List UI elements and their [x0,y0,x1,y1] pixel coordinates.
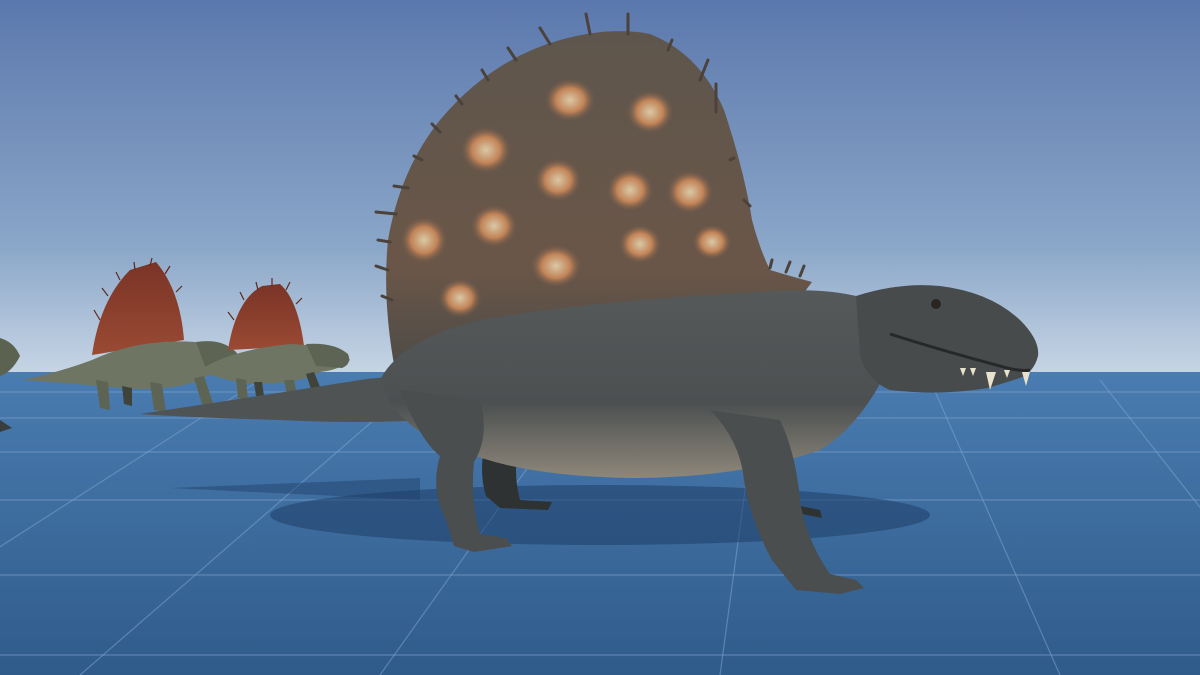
eye [931,299,941,309]
game-viewport[interactable] [0,0,1200,675]
scene-canvas [0,0,1200,675]
